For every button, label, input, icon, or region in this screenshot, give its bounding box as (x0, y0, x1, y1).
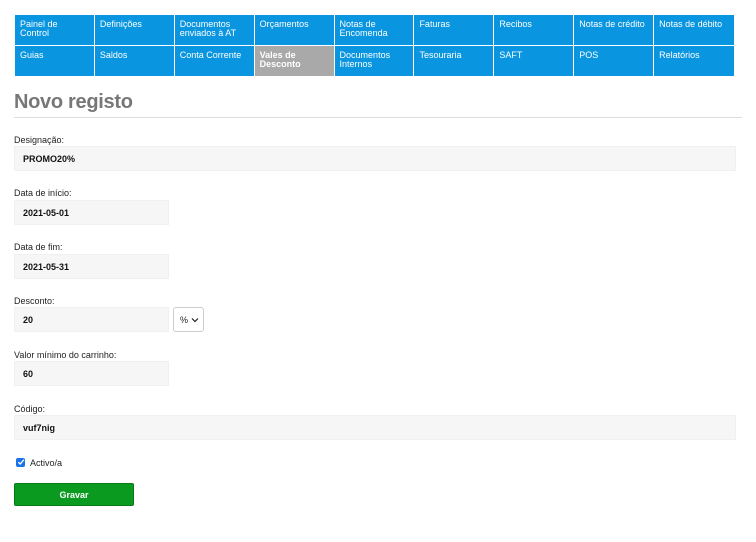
main-nav: Painel de Control Definições Documentos … (15, 15, 734, 77)
nav-item-notas-de-debito[interactable]: Notas de débito (654, 15, 734, 46)
activo-row: Activo/a (16, 456, 62, 468)
valor-minimo-input[interactable] (23, 362, 168, 385)
data-inicio-input[interactable] (23, 201, 168, 224)
nav-item-recibos[interactable]: Recibos (494, 15, 575, 46)
data-fim-label: Data de fim: (14, 242, 63, 252)
nav-item-definicoes[interactable]: Definições (94, 15, 175, 46)
data-inicio-label: Data de início: (14, 188, 72, 198)
save-button[interactable]: Gravar (14, 483, 134, 506)
nav-item-documentos-enviados[interactable]: Documentos enviados à AT (174, 15, 255, 46)
checkmark-icon (17, 459, 24, 465)
valor-minimo-label: Valor mínimo do carrinho: (14, 350, 117, 360)
nav-item-saft[interactable]: SAFT (494, 46, 575, 77)
page-title: Novo registo (14, 91, 133, 113)
desconto-input[interactable] (23, 308, 168, 331)
nav-item-painel-de-control[interactable]: Painel de Control (15, 15, 95, 46)
data-inicio-field[interactable] (14, 200, 169, 225)
title-divider (14, 117, 742, 118)
valor-minimo-field[interactable] (14, 361, 169, 386)
activo-label: Activo/a (30, 458, 63, 468)
nav-item-documentos-internos[interactable]: Documentos Internos (334, 46, 415, 77)
chevron-down-icon (191, 317, 199, 322)
nav-item-notas-de-credito[interactable]: Notas de crédito (574, 15, 655, 46)
data-fim-input[interactable] (23, 255, 168, 278)
activo-checkbox[interactable] (16, 457, 25, 467)
desconto-unit-value: % (180, 314, 189, 325)
nav-item-tesouraria[interactable]: Tesouraria (414, 46, 495, 77)
nav-item-saldos[interactable]: Saldos (94, 46, 175, 77)
designacao-label: Designação: (14, 135, 65, 145)
desconto-unit-select[interactable]: % (173, 307, 204, 332)
designacao-field[interactable] (14, 146, 736, 171)
data-fim-field[interactable] (14, 254, 169, 279)
nav-item-pos[interactable]: POS (574, 46, 655, 77)
codigo-input[interactable] (23, 416, 735, 439)
nav-item-notas-de-encomenda[interactable]: Notas de Encomenda (334, 15, 415, 46)
nav-item-vales-de-desconto[interactable]: Vales de Desconto (254, 46, 335, 77)
designacao-input[interactable] (23, 147, 735, 170)
nav-item-guias[interactable]: Guias (15, 46, 95, 77)
nav-item-conta-corrente[interactable]: Conta Corrente (174, 46, 255, 77)
desconto-label: Desconto: (14, 296, 55, 306)
codigo-field[interactable] (14, 415, 736, 440)
codigo-label: Código: (14, 404, 46, 414)
nav-item-orcamentos[interactable]: Orçamentos (254, 15, 335, 46)
desconto-field[interactable] (14, 307, 169, 332)
nav-item-relatorios[interactable]: Relatórios (654, 46, 734, 77)
nav-item-faturas[interactable]: Faturas (414, 15, 495, 46)
